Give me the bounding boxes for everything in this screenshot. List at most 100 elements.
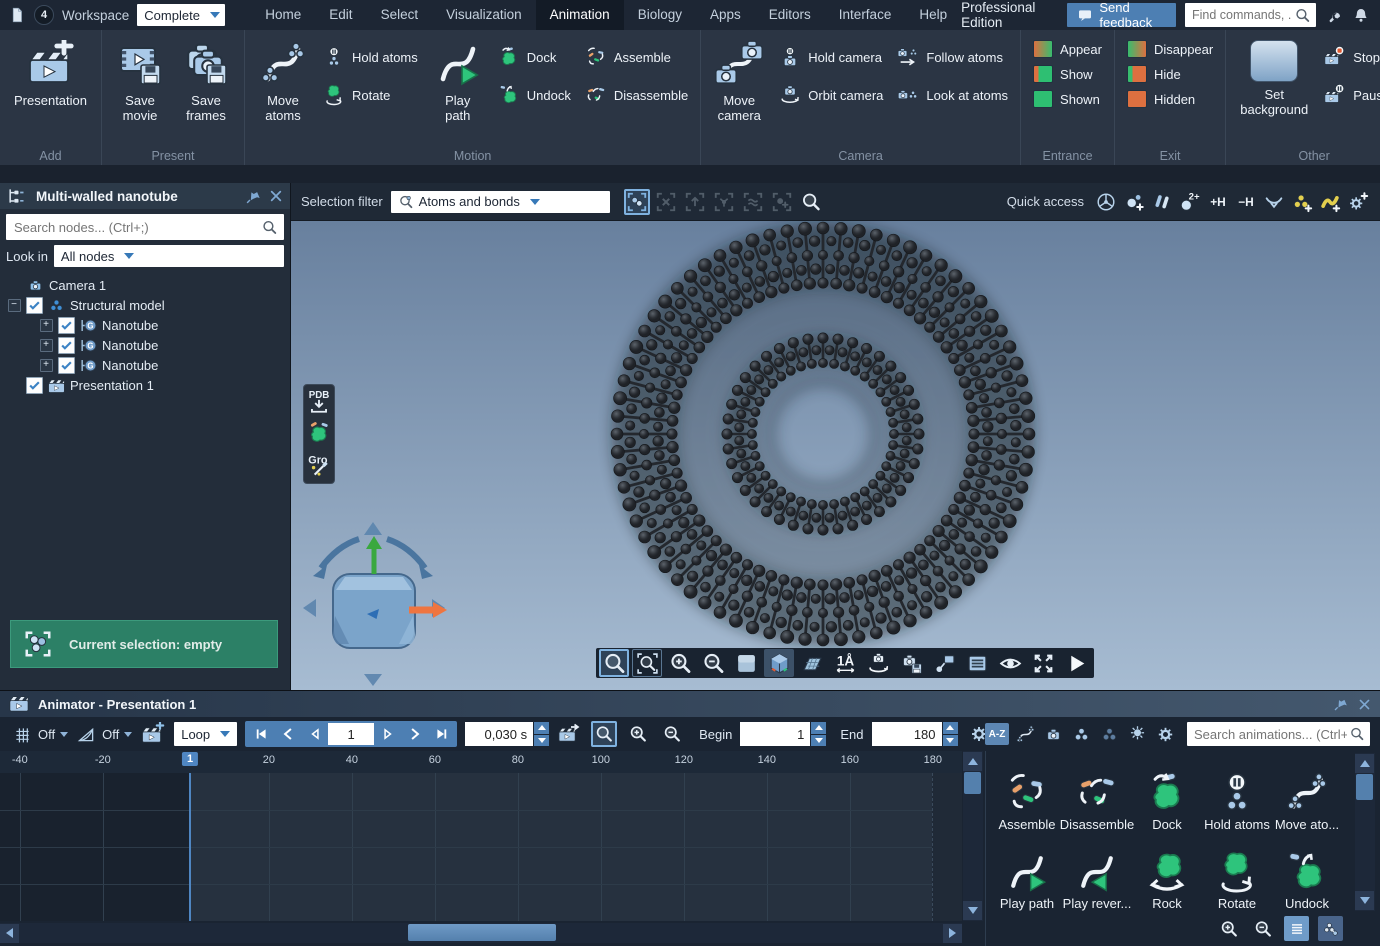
workspace-dropdown[interactable]: Complete: [137, 4, 225, 26]
scroll-down-button[interactable]: [1355, 891, 1374, 910]
magnifier-select-button[interactable]: [632, 649, 662, 677]
spin-up-button[interactable]: [811, 722, 826, 734]
add-hydrogen-button[interactable]: +H: [1206, 189, 1230, 215]
menu-biology[interactable]: Biology: [624, 0, 696, 30]
tree-node-presentation-1[interactable]: Presentation 1: [0, 375, 290, 395]
ribbon-button-orbit-camera[interactable]: Orbit camera: [779, 84, 883, 106]
document-icon[interactable]: [8, 6, 26, 24]
ribbon-button-shown[interactable]: Shown: [1033, 90, 1102, 108]
add-bond-button[interactable]: [1150, 189, 1174, 215]
easing-dropdown[interactable]: Off: [76, 724, 132, 745]
gear-button[interactable]: [1153, 723, 1177, 745]
ruler-tick[interactable]: -40: [12, 754, 28, 766]
ribbon-button-stop[interactable]: Stop: [1324, 46, 1380, 68]
filter-path-button[interactable]: [1013, 723, 1037, 745]
minimize-arrow-button[interactable]: [1262, 189, 1286, 215]
ruler-tick[interactable]: 160: [841, 754, 859, 766]
grid-plane-button[interactable]: [797, 649, 827, 677]
remove-hydrogen-button[interactable]: −H: [1234, 189, 1258, 215]
timeline-grid[interactable]: [0, 773, 962, 921]
tree-node-nanotube[interactable]: +GNanotube: [0, 335, 290, 355]
lines-panel-button[interactable]: [962, 649, 992, 677]
visibility-checkbox[interactable]: [26, 297, 43, 314]
vscroll-thumb[interactable]: [964, 772, 981, 794]
previous-keyframe-button[interactable]: [274, 722, 301, 746]
scroll-up-button[interactable]: [963, 752, 982, 771]
export-movie-button[interactable]: [557, 721, 583, 747]
animation-preset-disassemble[interactable]: Disassemble: [1062, 755, 1132, 834]
select-similar-button[interactable]: [740, 189, 766, 215]
grid-snap-dropdown[interactable]: Off: [12, 724, 68, 745]
search-animations-box[interactable]: [1187, 722, 1370, 746]
current-frame-marker[interactable]: 1: [182, 752, 198, 766]
find-commands-input[interactable]: [1190, 7, 1294, 23]
timeline[interactable]: -40-20120406080100120140160180: [0, 751, 985, 946]
scroll-right-button[interactable]: [943, 924, 962, 943]
select-atoms-button[interactable]: [624, 189, 650, 215]
ribbon-button-undock[interactable]: Undock: [498, 84, 571, 106]
ribbon-button-set-background[interactable]: Set background: [1231, 32, 1317, 117]
ruler-tick[interactable]: 20: [263, 754, 275, 766]
tree-node-structural-model[interactable]: −Structural model: [0, 295, 290, 315]
ribbon-button-look-at-atoms[interactable]: Look at atoms: [897, 84, 1008, 106]
send-feedback-button[interactable]: Send feedback: [1067, 3, 1176, 27]
select-add-button[interactable]: [769, 189, 795, 215]
timeline-fit-button[interactable]: [591, 721, 617, 747]
menu-visualization[interactable]: Visualization: [432, 0, 536, 30]
ribbon-button-save-movie[interactable]: Save movie: [107, 32, 173, 123]
animation-preset-undock[interactable]: Undock: [1272, 834, 1342, 913]
look-in-dropdown[interactable]: All nodes: [54, 245, 284, 267]
ruler-tick[interactable]: 60: [429, 754, 441, 766]
ribbon-button-follow-atoms[interactable]: Follow atoms: [897, 46, 1008, 68]
visibility-checkbox[interactable]: [58, 337, 75, 354]
ruler-tick[interactable]: -20: [95, 754, 111, 766]
ruler-tick[interactable]: 100: [592, 754, 610, 766]
hscroll-thumb[interactable]: [408, 924, 556, 941]
close-icon[interactable]: [1357, 697, 1372, 712]
ribbon-button-save-frames[interactable]: Save frames: [173, 32, 239, 123]
add-keyframe-button[interactable]: [140, 721, 166, 747]
ribbon-button-appear[interactable]: Appear: [1033, 40, 1102, 58]
animation-preset-rock[interactable]: Rock: [1132, 834, 1202, 913]
expander-plus-icon[interactable]: +: [40, 339, 53, 352]
scale-1a-button[interactable]: 1Å: [830, 649, 860, 677]
ribbon-button-dock[interactable]: Dock: [498, 46, 571, 68]
fullscreen-button[interactable]: [1028, 649, 1058, 677]
notifications-icon[interactable]: [1352, 6, 1370, 24]
step-forward-button[interactable]: [374, 722, 401, 746]
menu-editors[interactable]: Editors: [755, 0, 825, 30]
ruler-tick[interactable]: 40: [346, 754, 358, 766]
navigation-cube[interactable]: [291, 516, 466, 691]
animation-preset-assemble[interactable]: Assemble: [992, 755, 1062, 834]
current-frame-field[interactable]: 1: [328, 723, 374, 745]
3d-canvas[interactable]: PDBGro 1Å: [291, 221, 1380, 691]
filter-molecule-dark-button[interactable]: [1097, 723, 1121, 745]
background-square-button[interactable]: [731, 649, 761, 677]
spin-down-button[interactable]: [811, 735, 826, 747]
tree-node-nanotube[interactable]: +GNanotube: [0, 355, 290, 375]
ruler-tick[interactable]: 80: [512, 754, 524, 766]
add-group-button[interactable]: [1290, 189, 1314, 215]
ribbon-button-hide[interactable]: Hide: [1127, 65, 1213, 83]
animation-preset-dock[interactable]: Dock: [1132, 755, 1202, 834]
filter-molecule-button[interactable]: [1069, 723, 1093, 745]
scroll-down-button[interactable]: [963, 901, 982, 920]
play-button[interactable]: [1061, 649, 1091, 677]
ribbon-button-move-atoms[interactable]: Move atoms: [250, 32, 316, 123]
gro-wand-button[interactable]: Gro: [305, 451, 333, 481]
timeline-hscrollbar[interactable]: [0, 923, 962, 943]
pin-icon[interactable]: [1333, 696, 1349, 712]
ribbon-button-play-path[interactable]: Play path: [425, 32, 491, 123]
playhead-cursor[interactable]: [189, 773, 191, 921]
scroll-left-button[interactable]: [0, 924, 19, 943]
visibility-checkbox[interactable]: [58, 357, 75, 374]
expander-plus-icon[interactable]: +: [40, 319, 53, 332]
loop-mode-dropdown[interactable]: Loop: [174, 722, 237, 746]
ribbon-button-hidden[interactable]: Hidden: [1127, 90, 1213, 108]
search-animations-input[interactable]: [1192, 726, 1349, 743]
scroll-up-button[interactable]: [1355, 754, 1374, 773]
animation-preset-hold-atoms[interactable]: Hold atoms: [1202, 755, 1272, 834]
menu-home[interactable]: Home: [251, 0, 315, 30]
visibility-checkbox[interactable]: [26, 377, 43, 394]
menu-edit[interactable]: Edit: [315, 0, 366, 30]
